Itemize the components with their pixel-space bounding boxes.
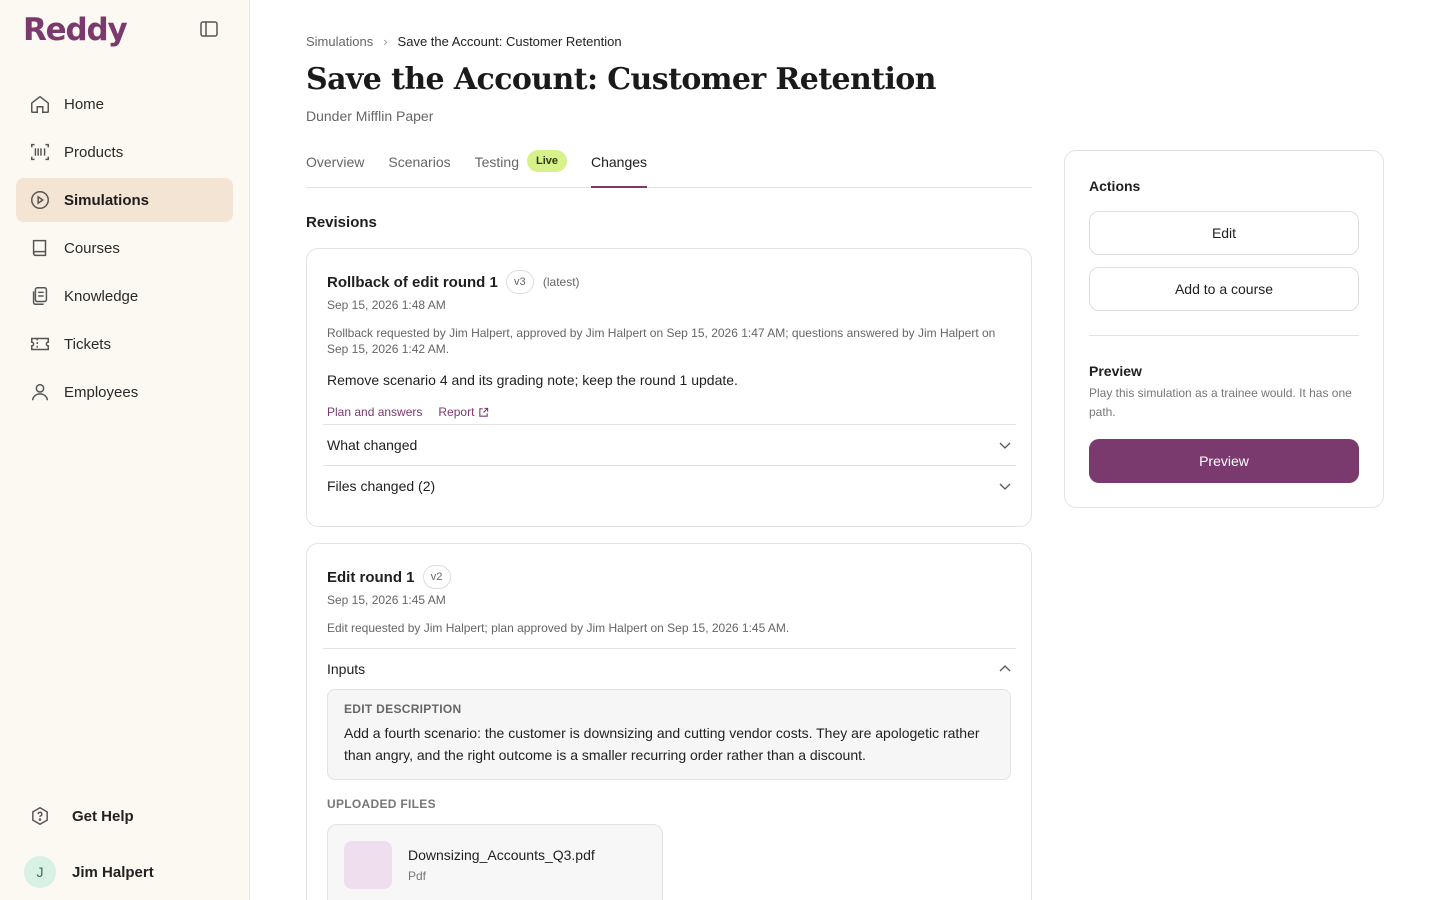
sidebar: Reddy Home Products Simulations Courses … <box>0 0 250 900</box>
ticket-icon <box>28 332 52 356</box>
page-title: Save the Account: Customer Retention <box>306 62 936 97</box>
report-link[interactable]: Report <box>438 405 489 419</box>
barcode-icon <box>28 140 52 164</box>
home-icon <box>28 92 52 116</box>
file-type: Pdf <box>408 869 427 883</box>
divider <box>1089 335 1359 336</box>
avatar: J <box>24 856 56 888</box>
revision-header: Edit round 1 v2 <box>327 565 451 589</box>
live-badge: Live <box>526 150 567 172</box>
version-chip: v3 <box>505 270 534 294</box>
sidebar-item-label: Employees <box>64 383 139 401</box>
user-name: Jim Halpert <box>72 863 154 881</box>
sidebar-item-home[interactable]: Home <box>16 82 233 126</box>
chevron-up-icon <box>999 665 1011 672</box>
app-logo[interactable]: Reddy <box>23 12 128 48</box>
revision-header: Rollback of edit round 1 v3 (latest) <box>327 270 580 294</box>
report-label: Report <box>438 405 475 419</box>
preview-description: Play this simulation as a trainee would.… <box>1089 386 1352 419</box>
breadcrumb-simulations[interactable]: Simulations <box>306 34 373 49</box>
tab-label: Scenarios <box>388 154 451 170</box>
page-subtitle: Dunder Mifflin Paper <box>306 108 434 124</box>
user-icon <box>28 380 52 404</box>
section-label: Files changed (2) <box>327 478 436 494</box>
get-help-label: Get Help <box>72 807 134 825</box>
sidebar-nav: Home Products Simulations Courses Knowle… <box>16 82 233 418</box>
edit-button[interactable]: Edit <box>1089 211 1359 255</box>
tab-label: Changes <box>591 154 648 170</box>
plan-and-answers-link[interactable]: Plan and answers <box>327 405 422 419</box>
revision-date: Sep 15, 2026 1:48 AM <box>327 298 446 312</box>
edit-description-label: EDIT DESCRIPTION <box>344 702 462 716</box>
documents-icon <box>28 284 52 308</box>
breadcrumb: Simulations › Save the Account: Customer… <box>306 34 622 49</box>
revision-card: Rollback of edit round 1 v3 (latest) Sep… <box>306 248 1032 527</box>
tab-bar: Overview Scenarios Testing Live Changes <box>306 148 1032 188</box>
user-menu[interactable]: J Jim Halpert <box>24 856 154 888</box>
revision-date: Sep 15, 2026 1:45 AM <box>327 593 446 607</box>
chevron-right-icon: › <box>383 34 388 49</box>
tab-scenarios[interactable]: Scenarios <box>388 148 450 188</box>
sidebar-item-simulations[interactable]: Simulations <box>16 178 233 222</box>
external-link-icon <box>479 407 489 417</box>
help-icon <box>24 803 56 829</box>
chevron-down-icon <box>999 483 1011 490</box>
tab-label: Overview <box>306 154 365 170</box>
tab-changes[interactable]: Changes <box>591 148 648 188</box>
sidebar-item-label: Knowledge <box>64 287 139 305</box>
sidebar-item-label: Products <box>64 143 124 161</box>
tab-overview[interactable]: Overview <box>306 148 364 188</box>
revision-description: Edit requested by Jim Halpert; plan appr… <box>327 621 790 635</box>
play-circle-icon <box>28 188 52 212</box>
tab-testing[interactable]: Testing Live <box>475 148 567 188</box>
file-thumbnail <box>344 841 392 889</box>
sidebar-item-label: Home <box>64 95 105 113</box>
chevron-down-icon <box>999 442 1011 449</box>
revision-card: Edit round 1 v2 Sep 15, 2026 1:45 AM Edi… <box>306 543 1032 900</box>
section-label: What changed <box>327 437 418 453</box>
breadcrumb-current: Save the Account: Customer Retention <box>397 34 622 49</box>
sidebar-item-knowledge[interactable]: Knowledge <box>16 274 233 318</box>
preview-title: Preview <box>1089 363 1142 379</box>
actions-panel: Actions Edit Add to a course Preview Pla… <box>1064 150 1384 508</box>
revision-description: Rollback requested by Jim Halpert, appro… <box>327 326 996 356</box>
preview-button[interactable]: Preview <box>1089 439 1359 483</box>
sidebar-item-label: Simulations <box>64 191 150 209</box>
sidebar-toggle-icon[interactable] <box>199 20 219 38</box>
revision-name: Rollback of edit round 1 <box>327 273 498 291</box>
inputs-toggle[interactable]: Inputs <box>323 648 1016 689</box>
edit-description-text: Add a fourth scenario: the customer is d… <box>344 725 980 763</box>
version-chip: v2 <box>422 565 451 589</box>
file-name: Downsizing_Accounts_Q3.pdf <box>408 847 595 863</box>
what-changed-toggle[interactable]: What changed <box>323 424 1016 465</box>
uploaded-files-label: UPLOADED FILES <box>327 797 436 811</box>
sidebar-item-label: Courses <box>64 239 120 257</box>
files-changed-toggle[interactable]: Files changed (2) <box>323 465 1016 506</box>
file-card[interactable]: Downsizing_Accounts_Q3.pdf Pdf <box>327 824 663 900</box>
edit-description-box: EDIT DESCRIPTION Add a fourth scenario: … <box>327 689 1011 780</box>
sidebar-item-courses[interactable]: Courses <box>16 226 233 270</box>
get-help-button[interactable]: Get Help <box>24 803 134 829</box>
latest-tag: (latest) <box>542 275 580 289</box>
add-to-course-button[interactable]: Add to a course <box>1089 267 1359 311</box>
actions-title: Actions <box>1089 178 1141 194</box>
revision-links: Plan and answers Report <box>327 405 505 419</box>
revision-name: Edit round 1 <box>327 568 415 586</box>
sidebar-item-label: Tickets <box>64 335 111 353</box>
section-label: Inputs <box>327 661 366 677</box>
tab-label: Testing <box>474 154 519 170</box>
book-icon <box>28 236 52 260</box>
revisions-heading: Revisions <box>306 214 377 231</box>
sidebar-item-employees[interactable]: Employees <box>16 370 233 414</box>
sidebar-item-tickets[interactable]: Tickets <box>16 322 233 366</box>
revision-summary: Remove scenario 4 and its grading note; … <box>327 372 738 388</box>
sidebar-item-products[interactable]: Products <box>16 130 233 174</box>
